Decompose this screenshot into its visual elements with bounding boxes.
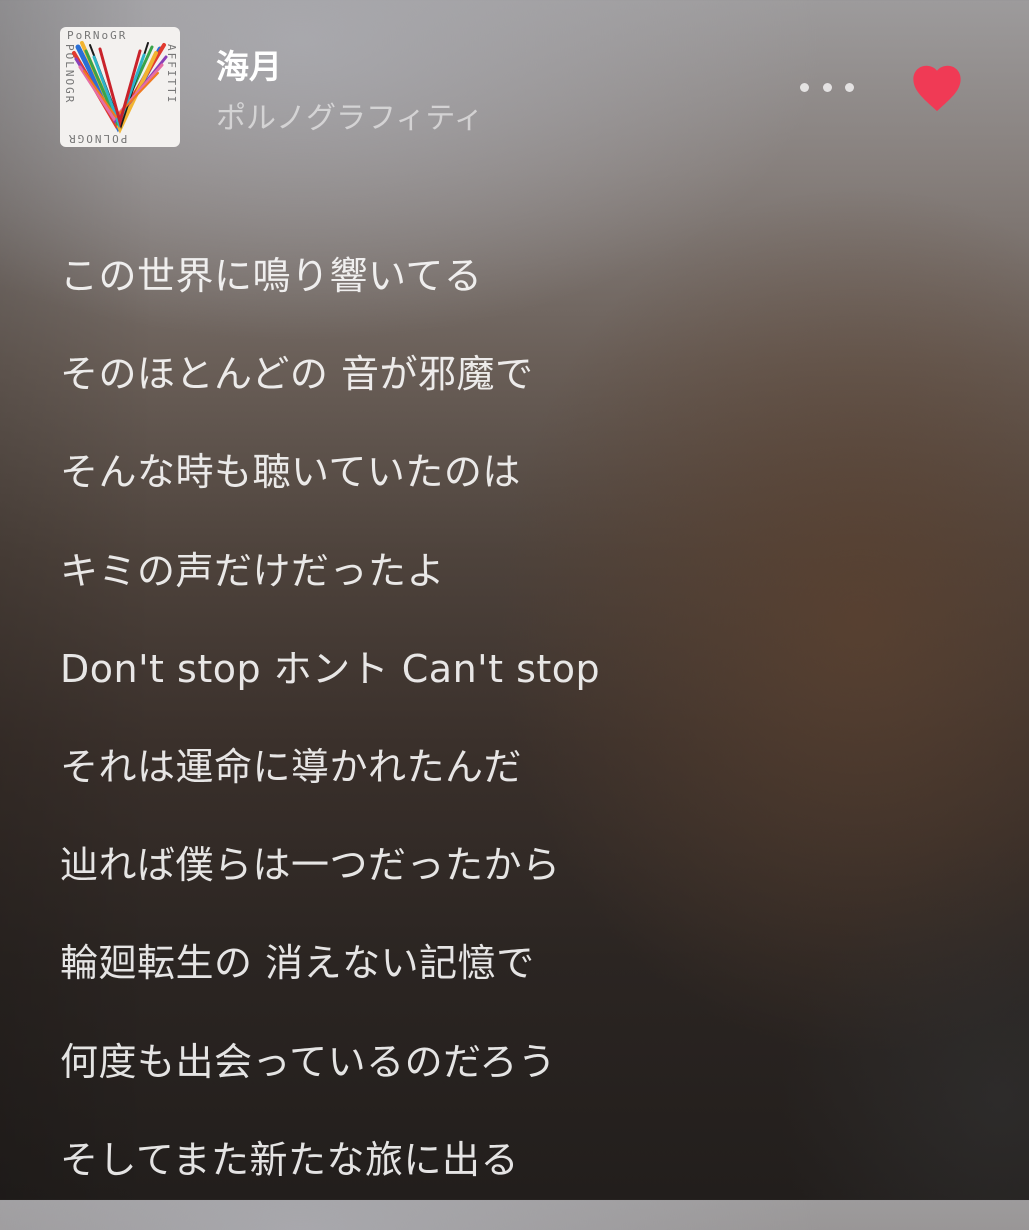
track-artist[interactable]: ポルノグラフィティ: [216, 99, 484, 139]
lyrics-list: この世界に鳴り響いてる そのほとんどの 音が邪魔で そんな時も聴いていたのは キ…: [60, 248, 960, 1230]
more-horizontal-icon-dot-2: [822, 82, 832, 92]
heart-icon: [913, 65, 961, 112]
lyric-line[interactable]: それは運命に導かれたんだ: [60, 739, 960, 837]
lyric-line[interactable]: そしてまた新たな旅に出る: [60, 1132, 960, 1230]
lyric-line[interactable]: Don't stop ホント Can't stop: [60, 641, 960, 739]
album-art-v-brush-icon: [72, 41, 168, 134]
lyric-line[interactable]: キミの声だけだったよ: [60, 543, 960, 641]
more-options-button[interactable]: [800, 75, 854, 99]
more-horizontal-icon-dot-3: [845, 82, 854, 92]
lyric-line[interactable]: 何度も出会っているのだろう: [60, 1034, 960, 1132]
lyric-line[interactable]: 輪廻転生の 消えない記憶で: [60, 935, 960, 1033]
lyric-line[interactable]: この世界に鳴り響いてる: [60, 248, 960, 346]
more-horizontal-icon: [800, 82, 809, 92]
lyric-line[interactable]: 辿れば僕らは一つだったから: [60, 837, 960, 935]
lyric-line[interactable]: そんな時も聴いていたのは: [60, 444, 960, 542]
like-button[interactable]: [908, 61, 966, 113]
album-art[interactable]: PoRNoGR POLNOGR AFFITTI POLNOGR: [60, 27, 180, 147]
now-playing-header: PoRNoGR POLNOGR AFFITTI POLNOGR 海月 ポルノグラ…: [60, 27, 980, 147]
lyric-line[interactable]: そのほとんどの 音が邪魔で: [60, 346, 960, 444]
track-title: 海月: [216, 47, 282, 86]
